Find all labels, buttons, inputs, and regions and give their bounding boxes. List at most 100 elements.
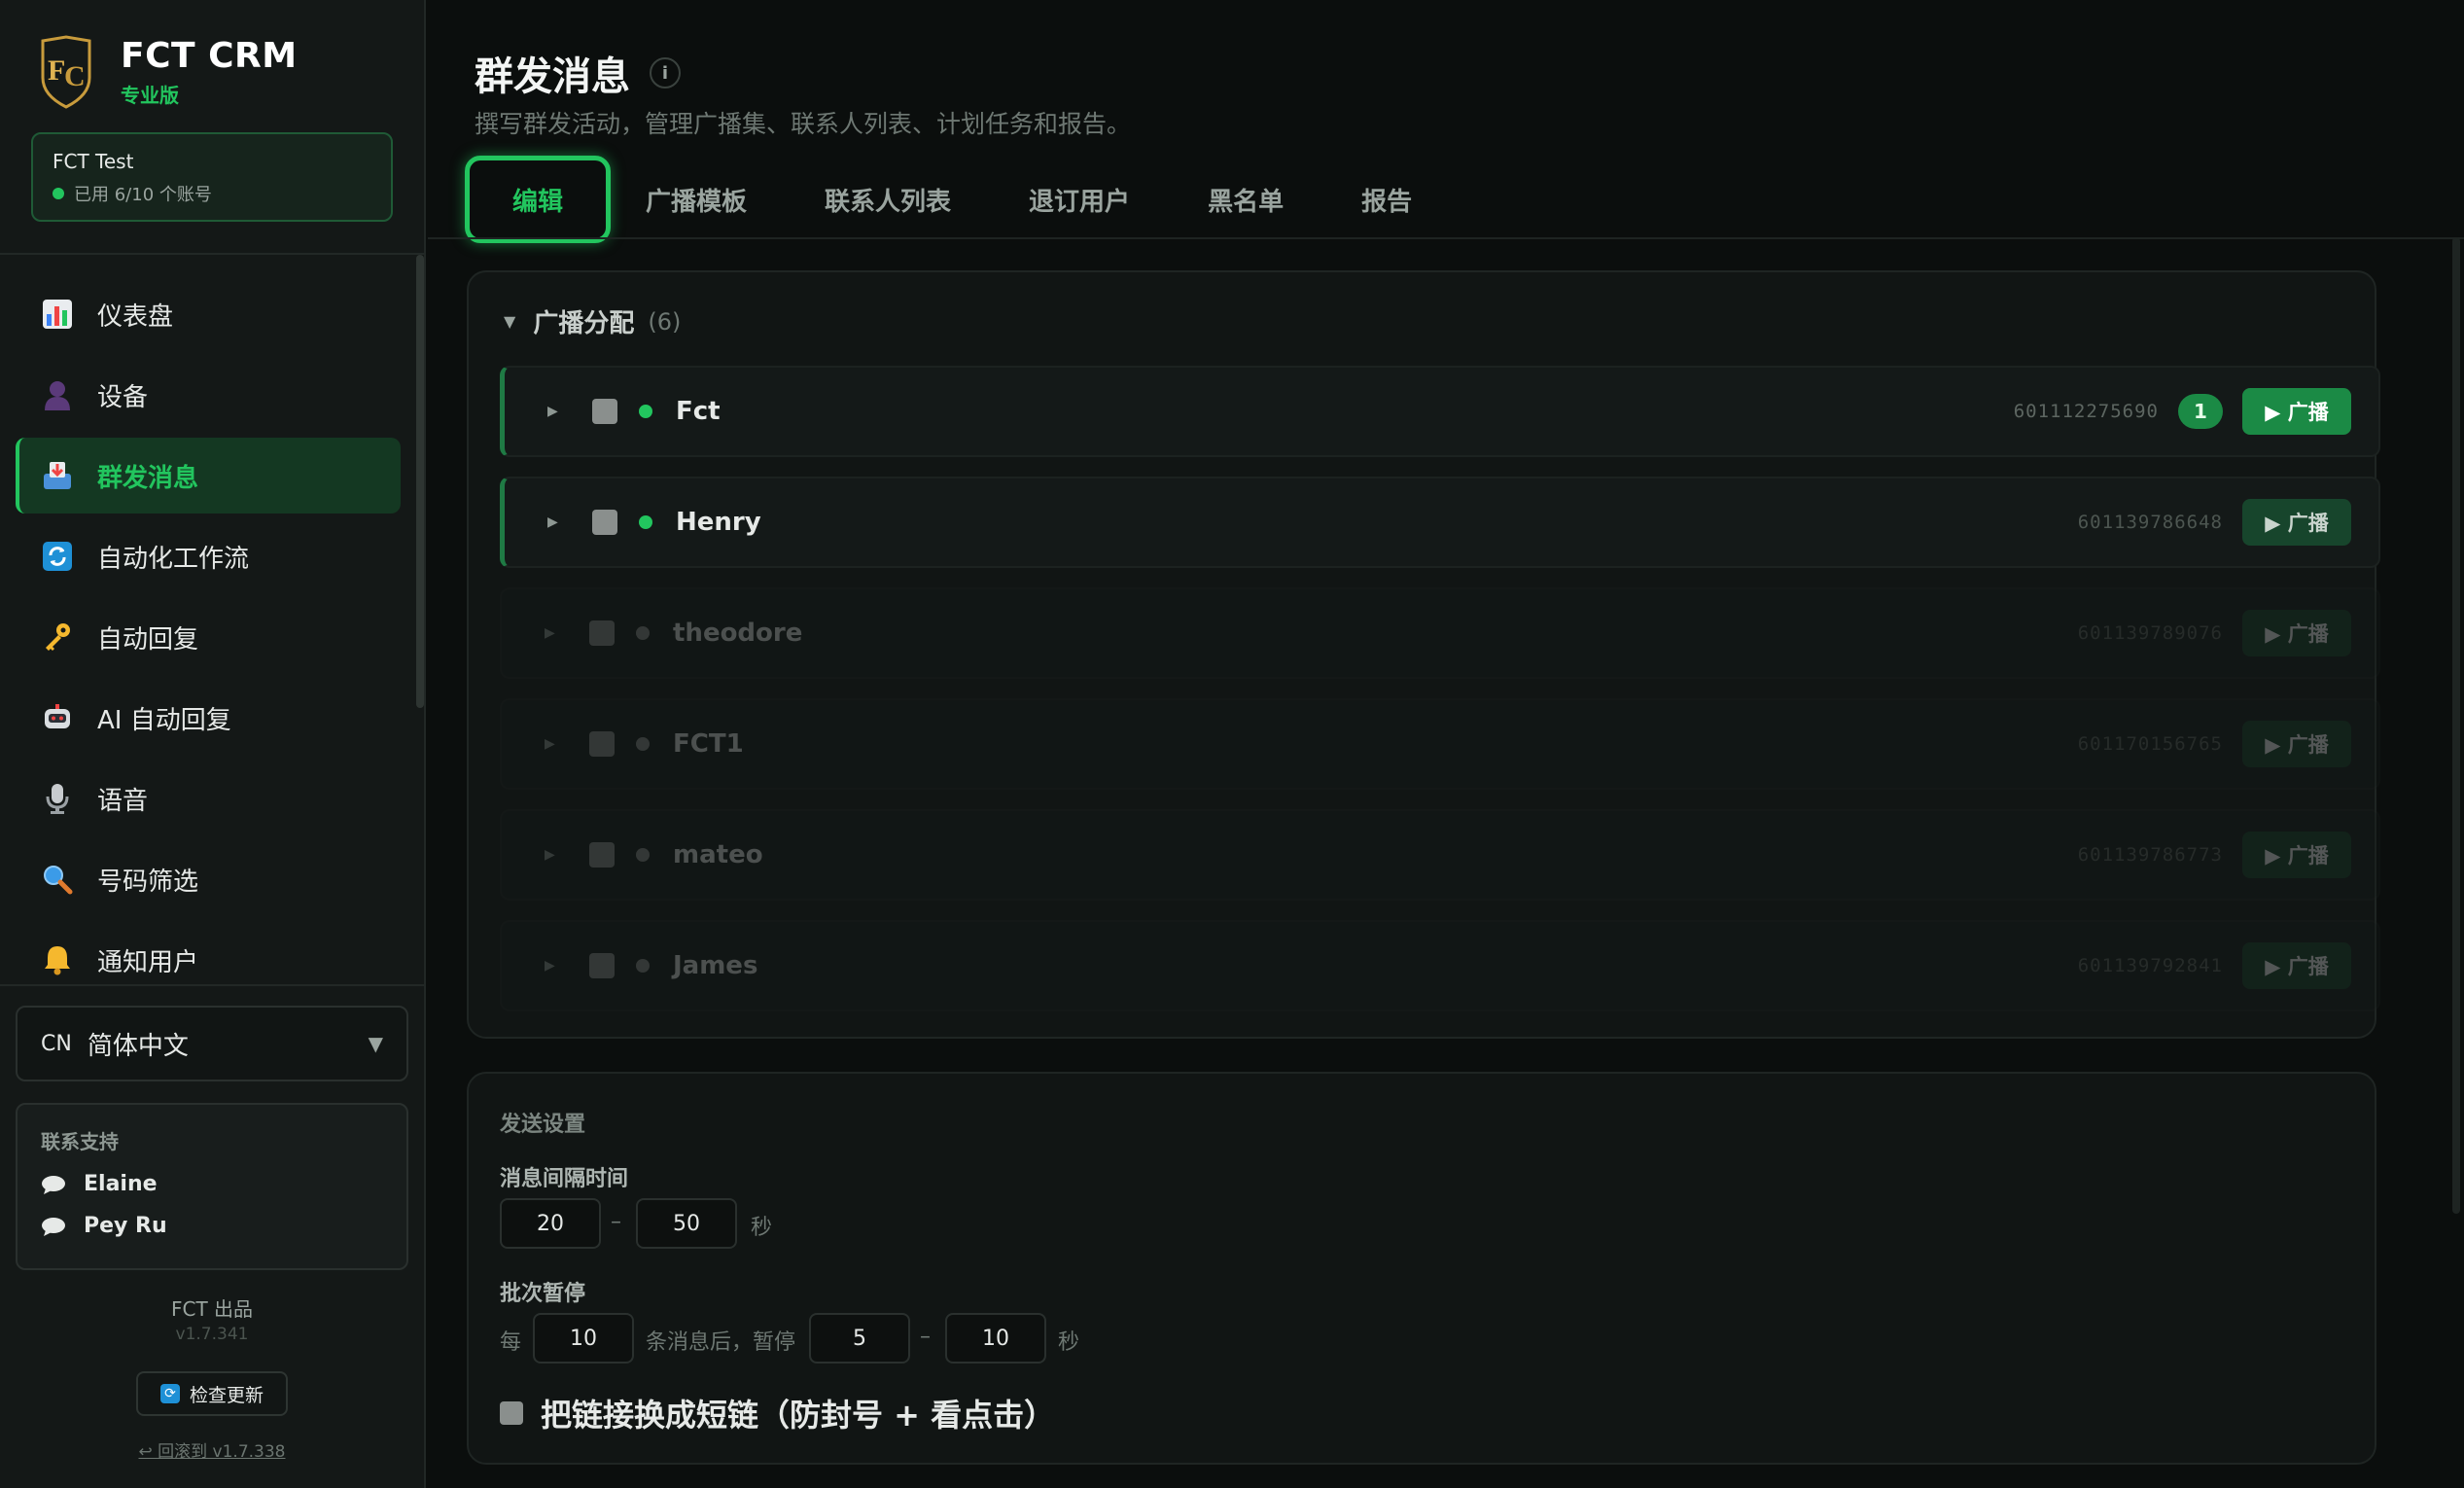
sidebar-item-label: 语音	[97, 786, 149, 816]
tab-contact-lists[interactable]: 联系人列表	[825, 182, 951, 218]
broadcast-button[interactable]: ▶ 广播	[2242, 721, 2351, 767]
broadcast-button[interactable]: ▶ 广播	[2242, 388, 2351, 435]
chat-bubble-icon	[42, 1175, 65, 1194]
offline-status-icon	[636, 959, 650, 973]
triangle-right-icon[interactable]: ▶	[545, 736, 558, 752]
tab-unsubscribed[interactable]: 退订用户	[1029, 182, 1130, 218]
triangle-right-icon[interactable]: ▶	[545, 625, 558, 641]
account-phone: 601112275690	[2013, 401, 2159, 422]
sidebar-item-auto-reply[interactable]: 自动回复	[16, 599, 401, 675]
footer-maker: FCT 出品	[170, 1297, 254, 1321]
broadcast-distribution-panel: ▼ 广播分配 (6) ▶ Fct 601112275690 1 ▶ 广播 ▶ H…	[467, 270, 2380, 1039]
tab-broadcast-templates[interactable]: 广播模板	[646, 182, 747, 218]
batch-pause-min-input[interactable]: 5	[809, 1313, 910, 1364]
refresh-icon: ⟳	[159, 1384, 180, 1403]
account-name: FCT Test	[53, 150, 134, 173]
interval-max-input[interactable]: 50	[636, 1198, 737, 1249]
check-update-button[interactable]: ⟳ 检查更新	[136, 1371, 288, 1416]
triangle-right-icon[interactable]: ▶	[545, 958, 558, 974]
triangle-down-icon: ▼	[504, 312, 516, 331]
broadcast-button[interactable]: ▶ 广播	[2242, 499, 2351, 546]
sidebar-item-label: AI 自动回复	[97, 705, 231, 735]
sidebar-item-label: 仪表盘	[97, 301, 174, 332]
triangle-right-icon[interactable]: ▶	[547, 514, 561, 530]
batch-middle-text: 条消息后，暂停	[646, 1330, 796, 1355]
svg-text:F: F	[48, 54, 65, 87]
sidebar-item-bulk-messages[interactable]: 群发消息	[16, 438, 401, 514]
row-checkbox[interactable]	[592, 399, 617, 424]
panel-count: (6)	[648, 307, 682, 336]
account-card[interactable]: FCT Test 已用 6/10 个账号	[31, 132, 393, 222]
broadcast-button[interactable]: ▶ 广播	[2242, 610, 2351, 656]
brand[interactable]: F C FCT CRM 专业版	[39, 35, 298, 109]
tab-edit[interactable]: 编辑	[465, 156, 612, 243]
language-select[interactable]: CN 简体中文 ▼	[16, 1006, 408, 1081]
sidebar-item-notify-users[interactable]: 通知用户	[16, 922, 401, 998]
account-row[interactable]: ▶ mateo 601139786773 ▶ 广播	[500, 809, 2380, 901]
panel-header[interactable]: ▼ 广播分配 (6)	[504, 303, 681, 339]
sidebar-item-label: 号码筛选	[97, 867, 199, 897]
sidebar-item-ai-auto-reply[interactable]: AI 自动回复	[16, 680, 401, 756]
rollback-link[interactable]: ↩ 回滚到 v1.7.338	[0, 1437, 424, 1462]
shield-logo-icon: F C	[41, 35, 91, 109]
row-checkbox[interactable]	[589, 620, 615, 646]
sidebar-item-voice[interactable]: 语音	[16, 761, 401, 836]
account-name: James	[673, 951, 758, 980]
support-contact-pey-ru[interactable]: Pey Ru	[41, 1214, 383, 1238]
tab-blacklist[interactable]: 黑名单	[1208, 182, 1284, 218]
bar-chart-icon	[41, 298, 74, 331]
interval-min-input[interactable]: 20	[500, 1198, 601, 1249]
sidebar-item-automation-workflow[interactable]: 自动化工作流	[16, 518, 401, 594]
account-row[interactable]: ▶ theodore 601139789076 ▶ 广播	[500, 587, 2380, 679]
account-phone: 601139786648	[2077, 512, 2223, 533]
page-title: 群发消息	[475, 54, 630, 99]
sidebar-item-label: 自动回复	[97, 624, 199, 655]
support-contact-name: Pey Ru	[84, 1214, 167, 1238]
account-name: mateo	[673, 840, 763, 869]
robot-icon	[41, 701, 74, 734]
shortlink-checkbox[interactable]	[500, 1401, 523, 1425]
sidebar: F C FCT CRM 专业版 FCT Test 已用 6/10 个账号 仪表盘…	[0, 0, 426, 1488]
shortlink-option[interactable]: 把链接换成短链（防封号 + 看点击）	[500, 1391, 1055, 1435]
support-contact-elaine[interactable]: Elaine	[41, 1172, 383, 1196]
support-contact-name: Elaine	[84, 1172, 158, 1196]
panel-title: 广播分配	[533, 309, 635, 338]
batch-pause-label: 批次暂停	[500, 1282, 586, 1306]
broadcast-button[interactable]: ▶ 广播	[2242, 942, 2351, 989]
account-phone: 601139786773	[2077, 844, 2223, 866]
batch-count-input[interactable]: 10	[533, 1313, 634, 1364]
row-checkbox[interactable]	[589, 842, 615, 868]
row-checkbox[interactable]	[592, 510, 617, 535]
batch-unit: 秒	[1058, 1330, 1080, 1355]
account-row[interactable]: ▶ FCT1 601170156765 ▶ 广播	[500, 698, 2380, 790]
account-row[interactable]: ▶ Fct 601112275690 1 ▶ 广播	[500, 366, 2380, 457]
sidebar-item-devices[interactable]: 设备	[16, 357, 401, 433]
info-icon[interactable]: i	[650, 57, 681, 89]
interval-label: 消息间隔时间	[500, 1167, 629, 1191]
sidebar-item-label: 通知用户	[97, 947, 199, 977]
account-row[interactable]: ▶ James 601139792841 ▶ 广播	[500, 920, 2380, 1011]
triangle-right-icon[interactable]: ▶	[547, 404, 561, 419]
check-update-label: 检查更新	[189, 1384, 264, 1406]
main-scrollbar[interactable]	[2452, 237, 2460, 1214]
bell-icon	[41, 943, 74, 976]
tab-reports[interactable]: 报告	[1361, 182, 1412, 218]
sidebar-item-number-filter[interactable]: 号码筛选	[16, 841, 401, 917]
account-row[interactable]: ▶ Henry 601139786648 ▶ 广播	[500, 477, 2380, 568]
row-checkbox[interactable]	[589, 953, 615, 978]
sidebar-scrollbar[interactable]	[416, 255, 424, 708]
tabs-divider	[428, 237, 2464, 239]
account-name: FCT1	[673, 729, 744, 759]
triangle-down-icon: ▼	[368, 1032, 383, 1055]
triangle-right-icon[interactable]: ▶	[545, 847, 558, 863]
online-status-icon	[53, 188, 64, 199]
account-phone: 601139789076	[2077, 622, 2223, 644]
batch-pause-max-input[interactable]: 10	[945, 1313, 1046, 1364]
brand-name: FCT CRM	[121, 35, 298, 76]
sidebar-item-dashboard[interactable]: 仪表盘	[16, 276, 401, 352]
language-code: CN	[41, 1031, 72, 1056]
broadcast-button[interactable]: ▶ 广播	[2242, 832, 2351, 878]
send-settings-panel: 发送设置 消息间隔时间 20 – 50 秒 批次暂停 每 10 条消息后，暂停 …	[467, 1072, 2376, 1465]
account-name: Fct	[676, 397, 721, 426]
row-checkbox[interactable]	[589, 731, 615, 757]
